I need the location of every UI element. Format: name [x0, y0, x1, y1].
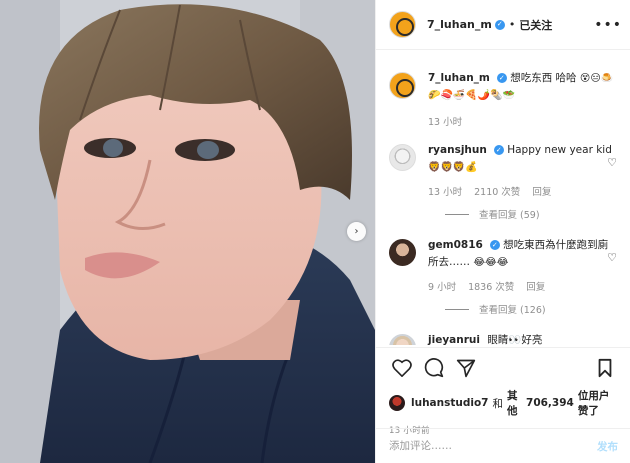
likes-count[interactable]: 706,394	[526, 397, 574, 409]
likes-suffix[interactable]: 位用户 赞了	[578, 388, 618, 418]
follow-button[interactable]: 已关注	[519, 17, 552, 33]
commenter-avatar[interactable]	[389, 239, 416, 266]
liker-avatar[interactable]	[389, 395, 405, 411]
post-photo[interactable]: ›	[0, 0, 375, 463]
verified-badge-icon: ✓	[494, 19, 505, 30]
post-actions: luhanstudio7 和 其他 706,394 位用户 赞了 13 小时前	[376, 347, 630, 436]
likes-others[interactable]: 其他	[507, 388, 522, 418]
comment-like-heart-icon[interactable]: ♡	[607, 251, 617, 264]
verified-badge-icon: ✓	[496, 73, 507, 83]
caption-emojis-food: 🌮🍣🍜🍕🌶️🌯🥗	[428, 90, 516, 101]
caption-username[interactable]: 7_luhan_m	[428, 72, 490, 84]
comment-like-heart-icon[interactable]: ♡	[607, 156, 617, 169]
more-options-icon[interactable]: •••	[594, 17, 622, 33]
comment-item: ryansjhun ✓ Happy new year kid 🦁🦁🦁💰 13 小时…	[389, 142, 617, 198]
verified-badge-icon: ✓	[493, 145, 504, 155]
post-sidebar: 7_luhan_m ✓ • 已关注 ••• 7_luhan_m ✓ 想吃东西 哈哈…	[375, 0, 630, 463]
comment-icon[interactable]	[421, 355, 447, 381]
post-comment-button[interactable]: 发布	[597, 439, 618, 454]
caption: 7_luhan_m ✓ 想吃东西 哈哈 😵😑🍮 🌮🍣🍜🍕🌶️🌯🥗 13 小时	[389, 70, 617, 128]
commenter-username[interactable]: jieyanrui	[428, 334, 480, 345]
chevron-right-icon: ›	[354, 225, 359, 237]
comment-item: gem0816 ✓ 想吃東西為什麼跑到廁所去…… 😂😂😂 9 小时 1836 次赞…	[389, 237, 617, 293]
view-replies-link[interactable]: 查看回复 (59)	[445, 207, 617, 221]
caption-text: 想吃东西 哈哈	[510, 72, 577, 84]
post-header: 7_luhan_m ✓ • 已关注 •••	[376, 0, 630, 50]
comment-input[interactable]	[389, 440, 597, 452]
heart-icon[interactable]	[389, 355, 415, 381]
author-avatar[interactable]	[389, 11, 416, 38]
verified-badge-icon: ✓	[489, 240, 500, 250]
comment-item: jieyanrui 眼睛👀好亮 bulingbuling ♡	[389, 332, 617, 345]
comment-emojis: 😂😂😂	[473, 257, 509, 268]
portrait-image	[0, 0, 375, 463]
commenter-avatar[interactable]	[389, 144, 416, 171]
likes-summary: luhanstudio7 和 其他 706,394 位用户 赞了	[389, 388, 618, 418]
view-replies-link[interactable]: 查看回复 (126)	[445, 302, 617, 316]
comments-list[interactable]: 7_luhan_m ✓ 想吃东西 哈哈 😵😑🍮 🌮🍣🍜🍕🌶️🌯🥗 13 小时 ry…	[376, 62, 630, 345]
caption-emojis: 😵😑🍮	[579, 73, 614, 84]
comment-likes[interactable]: 2110 次赞	[474, 184, 520, 198]
comment-emojis: 🦁🦁🦁💰	[428, 162, 478, 173]
caption-avatar[interactable]	[389, 72, 416, 99]
share-icon[interactable]	[453, 355, 479, 381]
add-comment-bar: 发布	[376, 428, 630, 463]
reply-button[interactable]: 回复	[532, 184, 551, 198]
commenter-avatar[interactable]	[389, 334, 416, 345]
commenter-username[interactable]: gem0816	[428, 239, 483, 251]
author-username[interactable]: 7_luhan_m	[427, 18, 492, 31]
next-photo-button[interactable]: ›	[347, 222, 366, 241]
reply-button[interactable]: 回复	[526, 279, 545, 293]
comment-time[interactable]: 13 小时	[428, 184, 462, 198]
comment-text: Happy new year kid	[507, 144, 612, 156]
likes-and: 和	[492, 397, 504, 410]
comment-time[interactable]: 9 小时	[428, 279, 456, 293]
comment-likes[interactable]: 1836 次赞	[468, 279, 514, 293]
commenter-username[interactable]: ryansjhun	[428, 144, 487, 156]
separator-dot: •	[508, 18, 516, 31]
bookmark-icon[interactable]	[592, 355, 618, 381]
comment-text: 眼睛👀好亮	[487, 334, 543, 345]
caption-time[interactable]: 13 小时	[428, 114, 462, 128]
liker-username[interactable]: luhanstudio7	[411, 397, 489, 409]
